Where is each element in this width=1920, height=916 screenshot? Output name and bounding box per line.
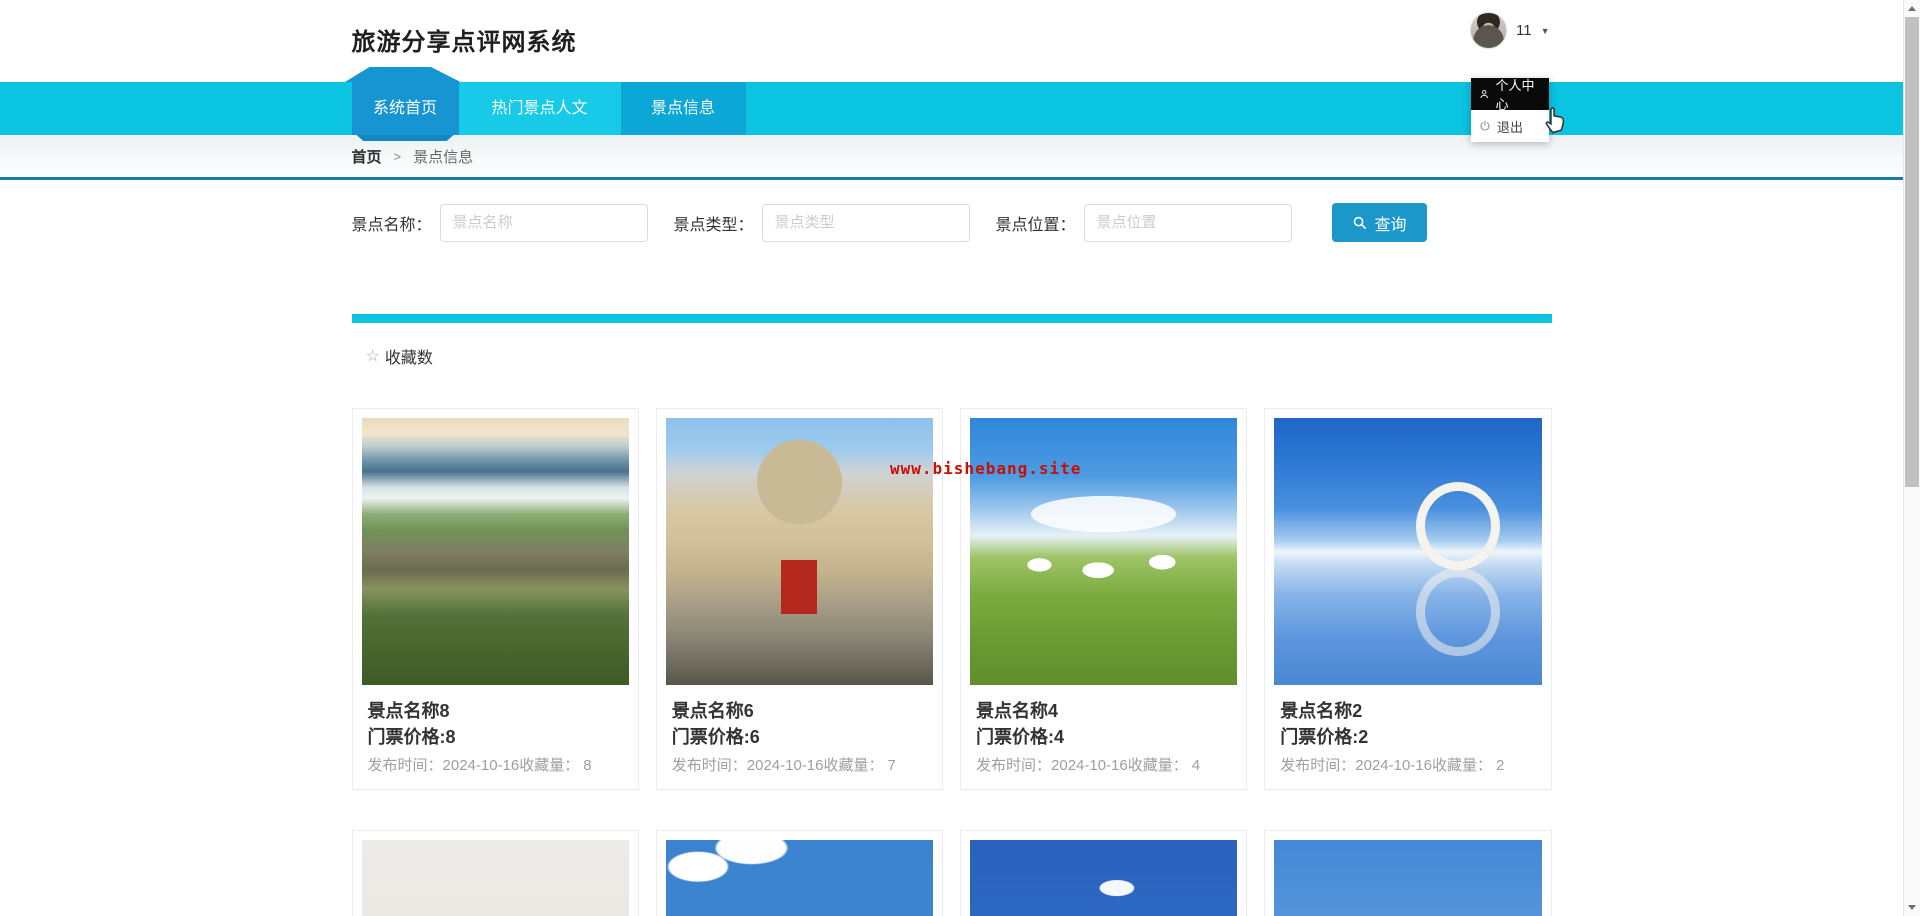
- chevron-down-icon[interactable]: ▼: [1541, 26, 1550, 36]
- star-icon: ☆: [366, 346, 380, 366]
- triangle-up-icon: [1908, 6, 1916, 11]
- field-spot-location: 景点位置：: [996, 204, 1292, 242]
- spot-image[interactable]: [666, 840, 933, 916]
- spot-image[interactable]: [362, 840, 629, 916]
- scroll-up-button[interactable]: [1904, 0, 1920, 17]
- user-widget[interactable]: 11 ▼: [1470, 12, 1550, 49]
- spot-card[interactable]: 景点名称8 门票价格:8 发布时间：2024-10-16收藏量：8: [352, 408, 639, 790]
- spot-card[interactable]: 景点名称2 门票价格:2 发布时间：2024-10-16收藏量：2: [1264, 408, 1551, 790]
- fav-count: 7: [888, 757, 896, 774]
- spot-location-label: 景点位置：: [996, 211, 1076, 235]
- main-content: 景点名称： 景点类型： 景点位置： 查询: [0, 180, 1903, 916]
- card-grid-row2: [352, 830, 1552, 916]
- spot-image[interactable]: [970, 840, 1237, 916]
- spot-price: 门票价格:6: [666, 724, 933, 750]
- menu-item-label: 个人中心: [1496, 75, 1542, 113]
- breadcrumb-home-link[interactable]: 首页: [352, 146, 382, 167]
- fav-count: 4: [1192, 757, 1200, 774]
- spot-card[interactable]: [1264, 830, 1551, 916]
- field-spot-name: 景点名称：: [352, 204, 648, 242]
- watermark-text: www.bishebang.site: [890, 459, 1081, 478]
- spot-meta: 发布时间：2024-10-16收藏量：4: [970, 756, 1237, 776]
- breadcrumb-separator: >: [394, 149, 402, 164]
- spot-name-label: 景点名称：: [352, 211, 432, 235]
- menu-item-label: 退出: [1497, 117, 1523, 136]
- publish-label: 发布时间：: [672, 757, 747, 774]
- page: 旅游分享点评网系统 11 ▼ 系统首页 热门景点人文 景点信息: [0, 0, 1920, 916]
- spot-meta: 发布时间：2024-10-16收藏量：2: [1274, 756, 1541, 776]
- fav-count: 2: [1496, 757, 1504, 774]
- publish-date: 2024-10-16: [747, 757, 824, 774]
- fav-label: 收藏量：: [519, 757, 579, 774]
- publish-date: 2024-10-16: [1051, 757, 1128, 774]
- spot-title[interactable]: 景点名称4: [970, 698, 1237, 724]
- spot-card[interactable]: [960, 830, 1247, 916]
- spot-meta: 发布时间：2024-10-16收藏量：7: [666, 756, 933, 776]
- user-avatar[interactable]: [1470, 12, 1507, 49]
- fav-label: 收藏量：: [824, 757, 884, 774]
- breadcrumb: 首页 > 景点信息: [352, 135, 1552, 177]
- logout-icon: [1479, 120, 1491, 132]
- spot-image[interactable]: [1274, 840, 1541, 916]
- search-form: 景点名称： 景点类型： 景点位置： 查询: [352, 203, 1552, 242]
- triangle-down-icon: [1908, 905, 1916, 910]
- nav-tab-spot-info[interactable]: 景点信息: [621, 82, 746, 135]
- spot-price: 门票价格:2: [1274, 724, 1541, 750]
- spot-price: 门票价格:4: [970, 724, 1237, 750]
- fav-label: 收藏量：: [1128, 757, 1188, 774]
- spot-title[interactable]: 景点名称6: [666, 698, 933, 724]
- spot-card[interactable]: [656, 830, 943, 916]
- spot-price: 门票价格:8: [362, 724, 629, 750]
- spot-title[interactable]: 景点名称8: [362, 698, 629, 724]
- sort-by-favorites[interactable]: ☆ 收藏数: [352, 344, 1552, 368]
- cyan-divider: [352, 314, 1552, 323]
- publish-label: 发布时间：: [976, 757, 1051, 774]
- user-name[interactable]: 11: [1516, 22, 1532, 39]
- spot-name-input[interactable]: [440, 204, 648, 242]
- spot-card[interactable]: [352, 830, 639, 916]
- fav-label: 收藏量：: [1432, 757, 1492, 774]
- query-button-label: 查询: [1375, 211, 1407, 235]
- person-icon: [1479, 88, 1490, 100]
- breadcrumb-bar: 首页 > 景点信息: [0, 135, 1903, 180]
- breadcrumb-current: 景点信息: [413, 146, 473, 167]
- scrollbar-thumb[interactable]: [1905, 17, 1919, 487]
- spot-type-input[interactable]: [762, 204, 970, 242]
- publish-date: 2024-10-16: [1355, 757, 1432, 774]
- spot-image[interactable]: [1274, 418, 1541, 685]
- header: 旅游分享点评网系统 11 ▼: [0, 0, 1903, 82]
- menu-item-personal-center[interactable]: 个人中心: [1471, 78, 1549, 110]
- spot-title[interactable]: 景点名称2: [1274, 698, 1541, 724]
- scroll-down-button[interactable]: [1904, 899, 1920, 916]
- content-area: 旅游分享点评网系统 11 ▼ 系统首页 热门景点人文 景点信息: [0, 0, 1903, 916]
- user-dropdown-menu: 个人中心 退出: [1471, 78, 1549, 142]
- navbar: 系统首页 热门景点人文 景点信息: [0, 82, 1903, 135]
- spot-location-input[interactable]: [1084, 204, 1292, 242]
- publish-label: 发布时间：: [1280, 757, 1355, 774]
- publish-date: 2024-10-16: [443, 757, 520, 774]
- spot-meta: 发布时间：2024-10-16收藏量：8: [362, 756, 629, 776]
- search-icon: [1352, 215, 1367, 230]
- fav-count: 8: [583, 757, 591, 774]
- sort-label: 收藏数: [385, 344, 433, 368]
- publish-label: 发布时间：: [368, 757, 443, 774]
- menu-item-logout[interactable]: 退出: [1471, 110, 1549, 142]
- nav-tab-home[interactable]: 系统首页: [352, 82, 459, 135]
- query-button[interactable]: 查询: [1332, 203, 1427, 242]
- site-title: 旅游分享点评网系统: [352, 0, 1552, 57]
- spot-image[interactable]: [362, 418, 629, 685]
- nav-tab-hot-spots[interactable]: 热门景点人文: [459, 82, 621, 135]
- vertical-scrollbar: [1903, 0, 1920, 916]
- spot-type-label: 景点类型：: [674, 211, 754, 235]
- field-spot-type: 景点类型：: [674, 204, 970, 242]
